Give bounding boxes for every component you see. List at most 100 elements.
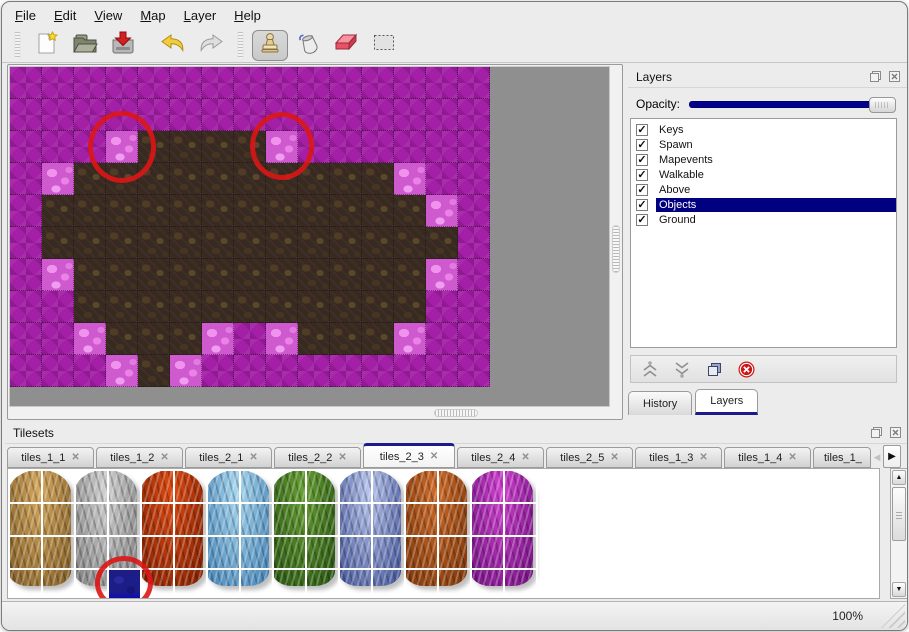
map-tile[interactable] bbox=[362, 323, 394, 355]
delete-layer-button[interactable] bbox=[736, 359, 756, 379]
tileset-tile[interactable] bbox=[439, 471, 470, 502]
window-resize-grip[interactable] bbox=[881, 604, 905, 628]
map-tile[interactable] bbox=[330, 131, 362, 163]
map-tile[interactable] bbox=[394, 259, 426, 291]
map-tile[interactable] bbox=[394, 99, 426, 131]
map-tile[interactable] bbox=[202, 291, 234, 323]
save-map-button[interactable] bbox=[105, 30, 141, 61]
tileset-tile[interactable] bbox=[406, 471, 437, 502]
tileset-tile[interactable] bbox=[142, 471, 173, 502]
opacity-slider[interactable] bbox=[689, 101, 896, 108]
map-tile[interactable] bbox=[362, 131, 394, 163]
menu-view[interactable]: View bbox=[94, 8, 122, 23]
map-vertical-scroll-thumb[interactable] bbox=[612, 225, 620, 273]
tileset-tile[interactable] bbox=[373, 537, 404, 568]
map-tile[interactable] bbox=[202, 195, 234, 227]
tileset-tile[interactable] bbox=[109, 471, 140, 502]
tileset-tile[interactable] bbox=[175, 537, 206, 568]
map-tile[interactable] bbox=[106, 355, 138, 387]
map-tile[interactable] bbox=[138, 323, 170, 355]
map-tile[interactable] bbox=[138, 195, 170, 227]
close-tab-icon[interactable]: ✕ bbox=[521, 452, 529, 463]
map-tile[interactable] bbox=[266, 259, 298, 291]
layer-visibility-checkbox[interactable]: ✓ bbox=[636, 139, 648, 151]
tileset-tile[interactable] bbox=[439, 504, 470, 535]
map-tile[interactable] bbox=[458, 195, 490, 227]
map-tile[interactable] bbox=[330, 291, 362, 323]
map-tile[interactable] bbox=[458, 67, 490, 99]
map-tile[interactable] bbox=[170, 259, 202, 291]
map-tile[interactable] bbox=[74, 355, 106, 387]
tileset-tile[interactable] bbox=[340, 504, 371, 535]
move-layer-down-button[interactable] bbox=[672, 359, 692, 379]
map-tile[interactable] bbox=[394, 67, 426, 99]
layer-row-spawn[interactable]: ✓Spawn bbox=[631, 137, 896, 152]
map-tile[interactable] bbox=[10, 259, 42, 291]
undo-button[interactable] bbox=[155, 30, 191, 61]
map-tile[interactable] bbox=[138, 67, 170, 99]
map-tile[interactable] bbox=[266, 195, 298, 227]
map-tile[interactable] bbox=[266, 291, 298, 323]
map-tile[interactable] bbox=[362, 163, 394, 195]
tileset-tile[interactable] bbox=[175, 570, 206, 599]
tileset-tile[interactable] bbox=[142, 537, 173, 568]
close-tab-icon[interactable]: ✕ bbox=[610, 452, 618, 463]
map-tile[interactable] bbox=[74, 227, 106, 259]
close-tab-icon[interactable]: ✕ bbox=[699, 452, 707, 463]
map-tile[interactable] bbox=[426, 291, 458, 323]
tileset-tile[interactable] bbox=[241, 537, 272, 568]
map-tile[interactable] bbox=[42, 323, 74, 355]
map-tile[interactable] bbox=[234, 259, 266, 291]
map-tile[interactable] bbox=[10, 355, 42, 387]
stamp-tool-button[interactable] bbox=[252, 30, 288, 61]
map-tile[interactable] bbox=[330, 227, 362, 259]
tileset-tile[interactable] bbox=[208, 471, 239, 502]
tileset-tab-tiles_1[interactable]: tiles_1_ bbox=[813, 447, 871, 468]
map-tile[interactable] bbox=[426, 67, 458, 99]
tileset-vertical-scrollbar[interactable]: ▲ ▼ bbox=[890, 468, 908, 599]
float-tilesets-button[interactable] bbox=[869, 426, 883, 439]
tileset-tile[interactable] bbox=[472, 537, 503, 568]
map-tile[interactable] bbox=[106, 259, 138, 291]
open-map-button[interactable] bbox=[67, 30, 103, 61]
tileset-tile[interactable] bbox=[472, 570, 503, 599]
tileset-tab-tiles_1_3[interactable]: tiles_1_3✕ bbox=[635, 447, 722, 468]
tileset-tile[interactable] bbox=[109, 504, 140, 535]
map-tile[interactable] bbox=[330, 355, 362, 387]
tileset-tab-tiles_2_1[interactable]: tiles_2_1✕ bbox=[185, 447, 272, 468]
tileset-tile[interactable] bbox=[472, 504, 503, 535]
close-panel-button[interactable] bbox=[887, 70, 901, 83]
map-tile[interactable] bbox=[74, 67, 106, 99]
tileset-tile[interactable] bbox=[10, 471, 41, 502]
layer-visibility-checkbox[interactable]: ✓ bbox=[636, 124, 648, 136]
tileset-tile[interactable] bbox=[307, 537, 338, 568]
map-tile[interactable] bbox=[202, 227, 234, 259]
map-tile[interactable] bbox=[362, 355, 394, 387]
tab-scroll-right-arrow-icon[interactable]: ▶ bbox=[883, 445, 901, 468]
map-tile[interactable] bbox=[10, 195, 42, 227]
tileset-tile[interactable] bbox=[274, 537, 305, 568]
tileset-tile[interactable] bbox=[10, 537, 41, 568]
tileset-tab-tiles_1_4[interactable]: tiles_1_4✕ bbox=[724, 447, 811, 468]
map-tile[interactable] bbox=[266, 227, 298, 259]
map-viewport[interactable] bbox=[9, 66, 610, 407]
map-tile[interactable] bbox=[42, 131, 74, 163]
map-tile[interactable] bbox=[170, 163, 202, 195]
move-layer-up-button[interactable] bbox=[640, 359, 660, 379]
tileset-tile[interactable] bbox=[340, 471, 371, 502]
map-tile[interactable] bbox=[42, 355, 74, 387]
close-tab-icon[interactable]: ✕ bbox=[788, 452, 796, 463]
tileset-tile[interactable] bbox=[274, 471, 305, 502]
map-tile[interactable] bbox=[394, 163, 426, 195]
scroll-down-arrow-icon[interactable]: ▼ bbox=[892, 582, 906, 597]
tab-history[interactable]: History bbox=[628, 391, 692, 415]
map-tile[interactable] bbox=[170, 355, 202, 387]
map-tile[interactable] bbox=[458, 291, 490, 323]
map-tile[interactable] bbox=[394, 227, 426, 259]
map-tile[interactable] bbox=[74, 291, 106, 323]
tileset-tile[interactable] bbox=[439, 537, 470, 568]
map-tile[interactable] bbox=[106, 67, 138, 99]
map-tile[interactable] bbox=[458, 259, 490, 291]
map-horizontal-scrollbar[interactable] bbox=[10, 408, 609, 418]
layer-visibility-checkbox[interactable]: ✓ bbox=[636, 154, 648, 166]
